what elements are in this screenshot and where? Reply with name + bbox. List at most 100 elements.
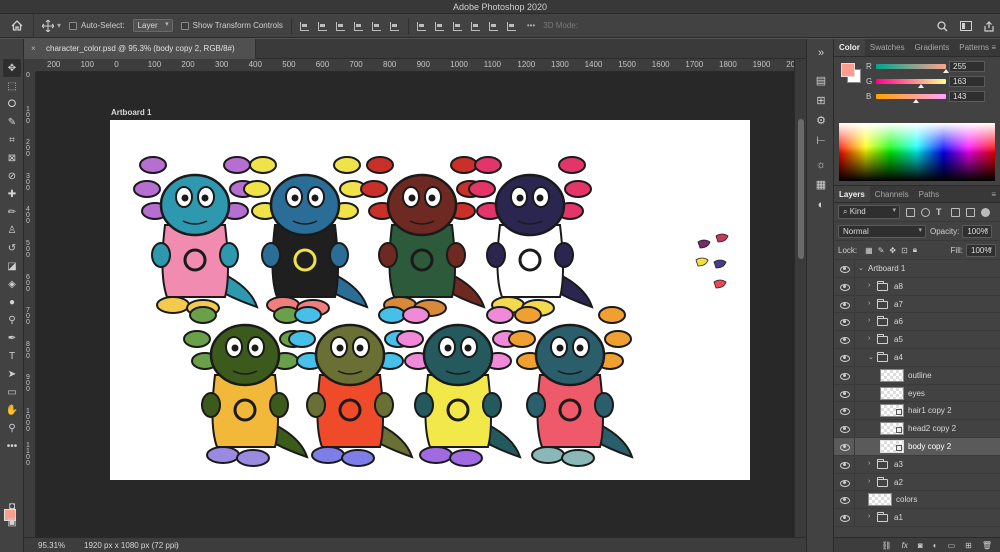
filter-adjustment-icon[interactable] [921, 207, 930, 217]
layer-row[interactable]: eyes [834, 384, 1000, 403]
layer-row[interactable]: › a2 [834, 473, 1000, 492]
transform-controls-checkbox[interactable]: Show Transform Controls [180, 21, 283, 30]
align-bottom-icon[interactable] [388, 20, 400, 32]
filter-pixel-icon[interactable] [906, 207, 915, 217]
distribute-vcenter-icon[interactable] [433, 20, 445, 32]
visibility-eye-icon[interactable] [840, 371, 850, 380]
type-tool-icon[interactable]: T [3, 347, 21, 365]
hand-tool-icon[interactable]: ✋ [3, 401, 21, 419]
layer-row[interactable]: ⌄ Artboard 1 [834, 260, 1000, 278]
align-left-icon[interactable] [298, 20, 310, 32]
lock-all-icon[interactable]: 🔒︎ [913, 245, 917, 255]
blue-slider-knob[interactable] [913, 99, 919, 103]
tab-color[interactable]: Color [834, 39, 865, 56]
delete-layer-icon[interactable]: 🗑︎ [982, 541, 992, 550]
character-icon[interactable]: ⊢ [813, 133, 829, 149]
libraries-icon[interactable]: ▦ [813, 177, 829, 193]
canvas-area[interactable]: Artboard 1 [36, 72, 794, 537]
lock-pixels-icon[interactable]: ▦ [865, 246, 873, 255]
tab-layers[interactable]: Layers [834, 186, 870, 202]
layers-menu-icon[interactable]: ≡ [991, 186, 996, 204]
collapse-panels-icon[interactable]: » [813, 45, 829, 61]
color-spectrum[interactable] [839, 123, 995, 181]
align-hcenter-icon[interactable] [316, 20, 328, 32]
new-group-icon[interactable]: ▭ [948, 541, 956, 550]
eraser-tool-icon[interactable]: ◪ [3, 257, 21, 275]
visibility-eye-icon[interactable] [840, 264, 850, 273]
expand-arrow-icon[interactable]: ⌄ [868, 353, 874, 361]
visibility-eye-icon[interactable] [840, 317, 850, 327]
tab-gradients[interactable]: Gradients [910, 39, 955, 56]
close-tab-icon[interactable]: × [31, 39, 36, 59]
filter-kind-dropdown[interactable]: ⌕ Kind [838, 205, 900, 219]
history-brush-icon[interactable]: ↺ [3, 239, 21, 257]
visibility-eye-icon[interactable] [840, 406, 850, 416]
layer-row[interactable]: › a8 [834, 277, 1000, 296]
layer-style-icon[interactable]: fx [902, 541, 908, 550]
expand-arrow-icon[interactable]: › [868, 282, 870, 289]
stamp-tool-icon[interactable]: ♙ [3, 221, 21, 239]
vertical-scroll-thumb[interactable] [798, 119, 804, 259]
layer-row[interactable]: ⌄ a4 [834, 348, 1000, 367]
layer-row[interactable]: colors [834, 491, 1000, 510]
layer-row[interactable]: › a1 [834, 509, 1000, 527]
new-layer-icon[interactable]: ⊞ [965, 541, 972, 550]
distribute-left-icon[interactable] [469, 20, 481, 32]
path-select-icon[interactable]: ➤ [3, 365, 21, 383]
lock-position-icon[interactable]: ✥ [889, 246, 896, 255]
expand-arrow-icon[interactable]: › [868, 513, 870, 520]
filter-type-icon[interactable]: T [936, 207, 945, 217]
blue-slider[interactable] [876, 94, 946, 99]
add-mask-icon[interactable]: ◙ [918, 541, 923, 550]
screen-mode-icon[interactable]: ▣ [3, 513, 21, 531]
align-top-icon[interactable] [352, 20, 364, 32]
layer-row[interactable]: body copy 2 [834, 437, 1000, 456]
tab-channels[interactable]: Channels [870, 186, 914, 202]
expand-arrow-icon[interactable]: › [868, 300, 870, 307]
brush-tool-icon[interactable]: ✏ [3, 203, 21, 221]
eyedropper-tool-icon[interactable]: ⊘ [3, 167, 21, 185]
healing-brush-icon[interactable]: ✚ [3, 185, 21, 203]
color-panel-foreground[interactable] [841, 63, 855, 77]
blue-value-input[interactable]: 143 [949, 91, 985, 102]
layer-row[interactable]: › a3 [834, 455, 1000, 474]
search-icon[interactable] [937, 20, 948, 32]
expand-arrow-icon[interactable]: ⌄ [858, 264, 864, 272]
workspace-icon[interactable] [960, 21, 972, 31]
paint-bucket-icon[interactable]: ◈ [3, 275, 21, 293]
transform-check[interactable] [180, 21, 189, 30]
visibility-eye-icon[interactable] [840, 282, 850, 291]
pen-tool-icon[interactable]: ✒ [3, 329, 21, 347]
tab-patterns[interactable]: Patterns [954, 39, 994, 56]
filter-toggle-icon[interactable] [981, 207, 990, 217]
blend-mode-dropdown[interactable]: Normal [838, 224, 926, 238]
adjustments-icon[interactable]: ⚙ [813, 113, 829, 129]
visibility-eye-icon[interactable] [840, 478, 850, 487]
distribute-right-icon[interactable] [505, 20, 517, 32]
status-menu-icon[interactable]: › [176, 541, 179, 550]
opacity-input[interactable]: 100% [962, 224, 993, 238]
auto-select-checkbox[interactable]: Auto-Select: [69, 21, 125, 30]
layer-row[interactable]: hair1 copy 2 [834, 402, 1000, 421]
tab-paths[interactable]: Paths [914, 186, 944, 202]
layer-row[interactable]: › a5 [834, 331, 1000, 349]
visibility-eye-icon[interactable] [840, 495, 850, 505]
crop-tool-icon[interactable]: ⌗ [3, 131, 21, 149]
tab-swatches[interactable]: Swatches [865, 39, 910, 56]
layer-row[interactable]: › a6 [834, 313, 1000, 332]
vertical-ruler[interactable]: 0 100 200 300 400 500 600 700 800 900 1000 1100 [24, 59, 36, 537]
align-right-icon[interactable] [334, 20, 346, 32]
marquee-tool-icon[interactable]: ⬚ [3, 77, 21, 95]
dodge-tool-icon[interactable]: ⚲ [3, 311, 21, 329]
visibility-eye-icon[interactable] [840, 335, 850, 345]
red-slider[interactable] [876, 64, 946, 69]
filter-smart-icon[interactable] [966, 207, 975, 217]
zoom-tool-icon[interactable]: ⚲ [3, 419, 21, 437]
auto-select-dropdown[interactable]: Layer [132, 19, 173, 32]
learn-icon[interactable]: ☼ [813, 157, 829, 173]
more-options-icon[interactable]: ••• [527, 21, 535, 30]
distribute-bottom-icon[interactable] [451, 20, 463, 32]
lock-paint-icon[interactable]: ✎ [878, 246, 885, 255]
blur-tool-icon[interactable]: ● [3, 293, 21, 311]
visibility-eye-icon[interactable] [840, 442, 850, 451]
